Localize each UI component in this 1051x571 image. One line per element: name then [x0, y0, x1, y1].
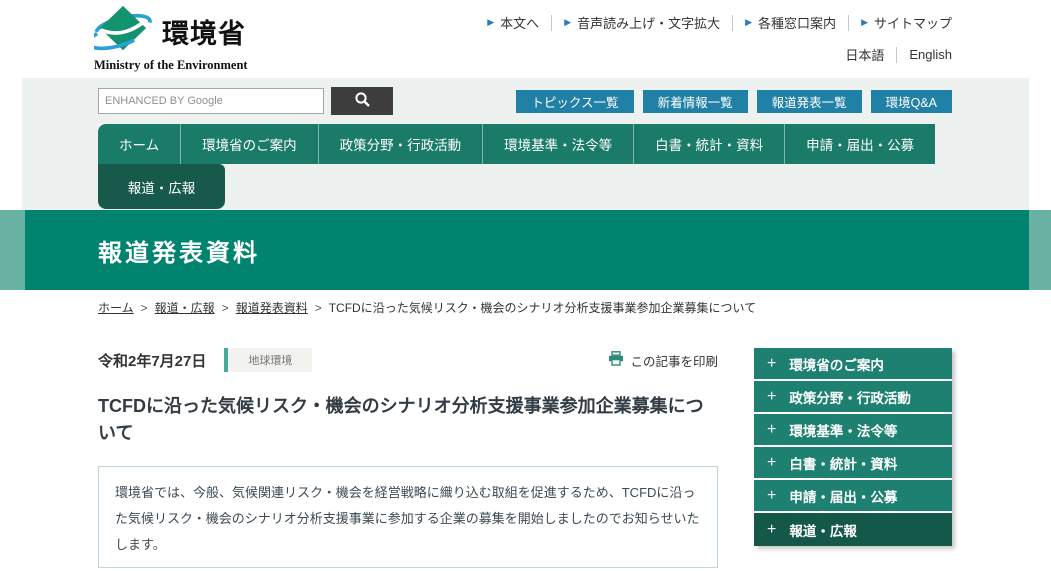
- article-column: 令和2年7月27日 地球環境 この記事を印刷 TCFDに沿った気候リスク・機会の…: [98, 348, 718, 568]
- nav-tab-applications[interactable]: 申請・届出・公募: [785, 124, 935, 164]
- lang-english[interactable]: English: [909, 47, 952, 62]
- arrow-icon: ▶: [564, 17, 571, 28]
- content-area: ホーム > 報道・広報 > 報道発表資料 > TCFDに沿った気候リスク・機会の…: [98, 299, 952, 568]
- link-sitemap[interactable]: ▶サイトマップ: [861, 13, 952, 32]
- band-center: 報道発表資料: [25, 210, 1029, 290]
- lang-japanese[interactable]: 日本語: [845, 45, 884, 64]
- global-nav-second-row: 報道・広報: [98, 164, 952, 209]
- article-summary-text: 環境省では、今般、気候関連リスク・機会を経営戦略に織り込む取組を促進するため、T…: [115, 485, 699, 552]
- article-date: 令和2年7月27日: [98, 350, 206, 371]
- sidebar-item-whitepapers-stats[interactable]: + 白書・統計・資料: [754, 447, 952, 480]
- divider: [732, 15, 733, 31]
- divider: [848, 15, 849, 31]
- article-summary-box: 環境省では、今般、気候関連リスク・機会を経営戦略に織り込む取組を促進するため、T…: [98, 466, 718, 568]
- breadcrumb-press-pr[interactable]: 報道・広報: [155, 299, 215, 316]
- plus-icon: +: [767, 389, 776, 405]
- header-utility: ▶本文へ ▶音声読み上げ・文字拡大 ▶各種窓口案内 ▶サイトマップ 日本語 En…: [487, 13, 952, 64]
- divider: [896, 47, 897, 63]
- site-subtitle: Ministry of the Environment: [94, 58, 248, 73]
- sidebar-item-press-pr[interactable]: + 報道・広報: [754, 513, 952, 546]
- language-switch-row: 日本語 English: [487, 45, 952, 64]
- page-title-band: 報道発表資料: [0, 210, 1051, 290]
- breadcrumb: ホーム > 報道・広報 > 報道発表資料 > TCFDに沿った気候リスク・機会の…: [98, 299, 952, 316]
- search-input[interactable]: [98, 88, 324, 114]
- topics-list-button[interactable]: トピックス一覧: [516, 90, 633, 113]
- arrow-icon: ▶: [745, 17, 752, 28]
- sidebar: + 環境省のご案内 + 政策分野・行政活動 + 環境基準・法令等 + 白書・統計…: [754, 348, 952, 568]
- plus-icon: +: [767, 422, 776, 438]
- printer-icon: [608, 351, 630, 369]
- nav-tab-home[interactable]: ホーム: [98, 124, 181, 164]
- press-release-list-button[interactable]: 報道発表一覧: [757, 90, 862, 113]
- article-title: TCFDに沿った気候リスク・機会のシナリオ分析支援事業参加企業募集について: [98, 393, 718, 447]
- sidebar-item-about-moe[interactable]: + 環境省のご案内: [754, 348, 952, 381]
- link-to-main-content[interactable]: ▶本文へ: [487, 13, 539, 32]
- link-contact-windows[interactable]: ▶各種窓口案内: [745, 13, 836, 32]
- global-nav: ホーム 環境省のご案内 政策分野・行政活動 環境基準・法令等 白書・統計・資料 …: [98, 124, 952, 164]
- breadcrumb-press-releases[interactable]: 報道発表資料: [236, 299, 308, 316]
- search-button[interactable]: [331, 87, 393, 115]
- site-title: 環境省: [162, 12, 246, 51]
- print-article-link[interactable]: この記事を印刷: [608, 351, 718, 370]
- band-right-cap: [1029, 210, 1051, 290]
- new-info-list-button[interactable]: 新着情報一覧: [643, 90, 748, 113]
- search-nav-band: トピックス一覧 新着情報一覧 報道発表一覧 環境Q&A ホーム 環境省のご案内 …: [22, 78, 1029, 210]
- breadcrumb-separator: >: [222, 301, 229, 315]
- quick-links: トピックス一覧 新着情報一覧 報道発表一覧 環境Q&A: [507, 90, 952, 113]
- nav-tab-about-moe[interactable]: 環境省のご案内: [181, 124, 319, 164]
- arrow-icon: ▶: [487, 17, 494, 28]
- band-left-cap: [0, 210, 25, 290]
- plus-icon: +: [767, 356, 776, 372]
- page-title: 報道発表資料: [98, 233, 260, 268]
- nav-tab-standards-laws[interactable]: 環境基準・法令等: [483, 124, 634, 164]
- search-icon: [354, 91, 371, 111]
- sidebar-item-standards-laws[interactable]: + 環境基準・法令等: [754, 414, 952, 447]
- arrow-icon: ▶: [861, 17, 868, 28]
- environment-qa-button[interactable]: 環境Q&A: [871, 90, 952, 113]
- plus-icon: +: [767, 455, 776, 471]
- article-meta-row: 令和2年7月27日 地球環境 この記事を印刷: [98, 348, 718, 372]
- utility-links-row: ▶本文へ ▶音声読み上げ・文字拡大 ▶各種窓口案内 ▶サイトマップ: [487, 13, 952, 32]
- breadcrumb-separator: >: [141, 301, 148, 315]
- divider: [551, 15, 552, 31]
- breadcrumb-separator: >: [315, 301, 322, 315]
- breadcrumb-current-page: TCFDに沿った気候リスク・機会のシナリオ分析支援事業参加企業募集について: [329, 299, 756, 316]
- site-search: [98, 87, 393, 115]
- plus-icon: +: [767, 488, 776, 504]
- nav-tab-press-pr-active[interactable]: 報道・広報: [98, 164, 225, 209]
- moe-logo-icon: [94, 5, 152, 58]
- moe-logo[interactable]: 環境省 Ministry of the Environment: [94, 5, 248, 73]
- plus-icon: +: [767, 522, 776, 538]
- site-header: 環境省 Ministry of the Environment ▶本文へ ▶音声…: [0, 0, 1051, 78]
- nav-tab-policy-fields[interactable]: 政策分野・行政活動: [319, 124, 484, 164]
- breadcrumb-home[interactable]: ホーム: [98, 299, 134, 316]
- sidebar-item-applications[interactable]: + 申請・届出・公募: [754, 480, 952, 513]
- sidebar-item-policy-fields[interactable]: + 政策分野・行政活動: [754, 381, 952, 414]
- nav-tab-whitepapers-stats[interactable]: 白書・統計・資料: [634, 124, 785, 164]
- category-tag: 地球環境: [224, 348, 312, 372]
- link-audio-textsize[interactable]: ▶音声読み上げ・文字拡大: [564, 13, 720, 32]
